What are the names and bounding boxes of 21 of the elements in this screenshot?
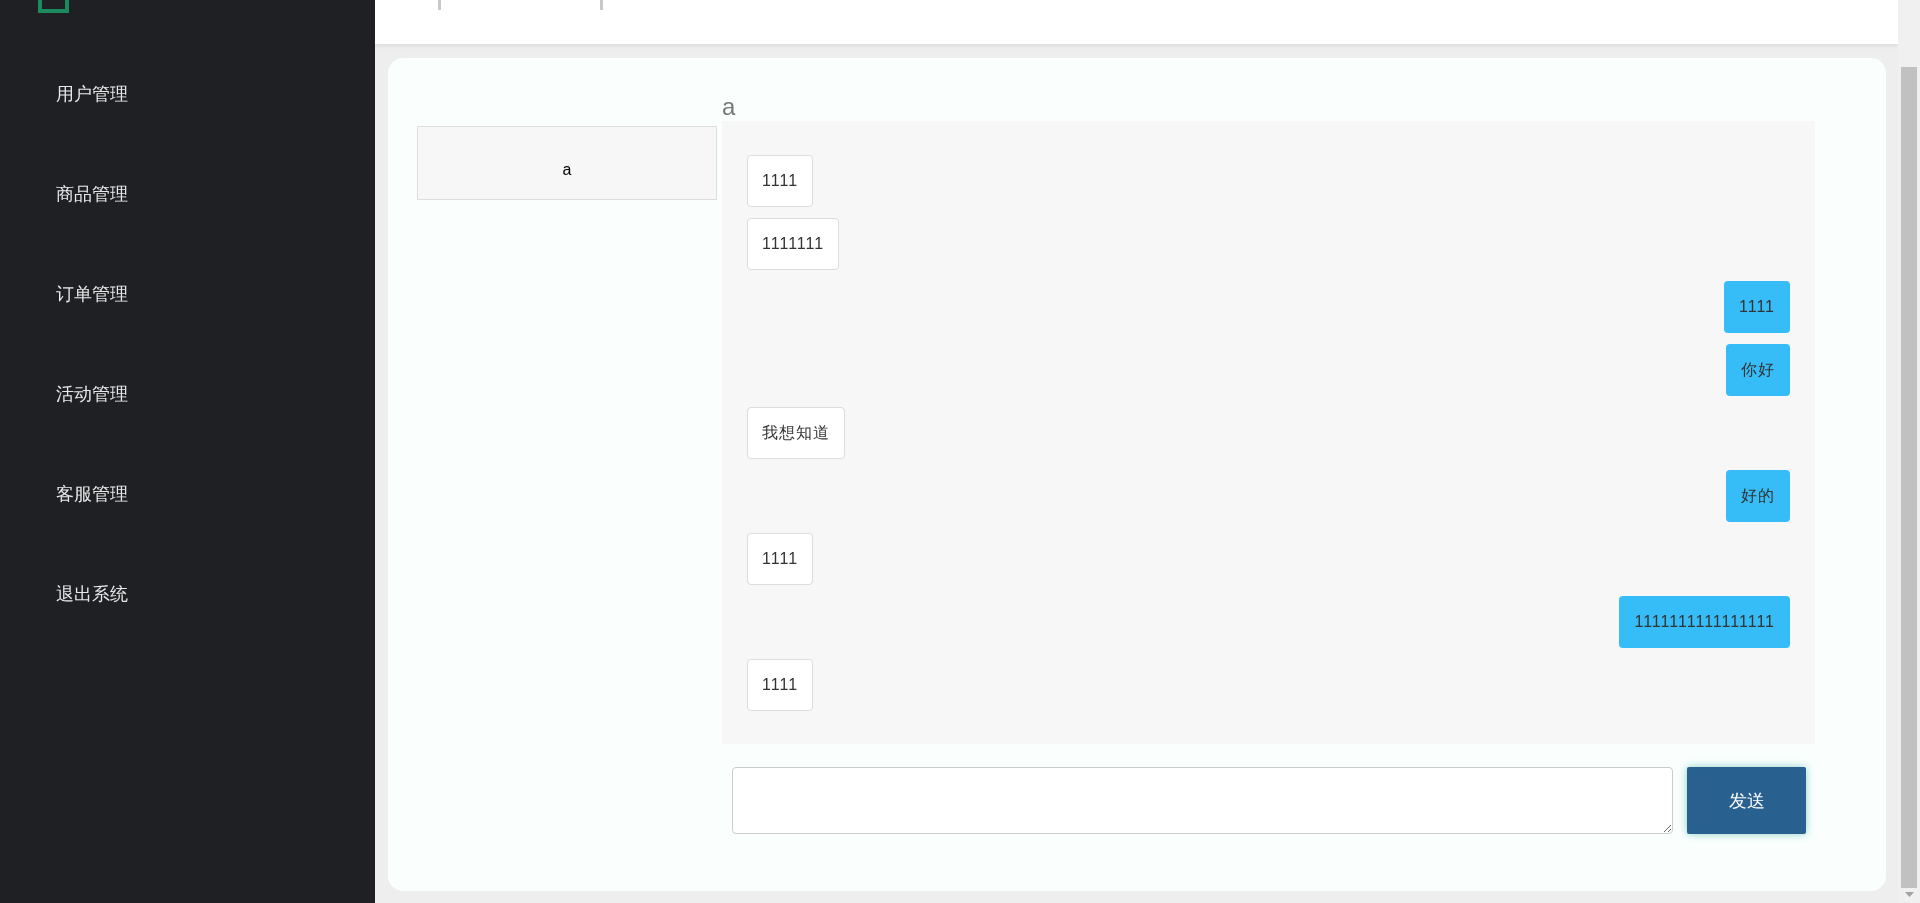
chat-title: a (722, 93, 737, 121)
sidebar-item[interactable]: 客服管理 (56, 483, 128, 505)
sidebar-item[interactable]: 商品管理 (56, 183, 128, 205)
message-bubble: 1111 (747, 533, 814, 585)
message-bubble: 1111111111111111 (1619, 596, 1790, 648)
message-input[interactable] (732, 767, 1673, 834)
message-bubble: 我想知道 (747, 407, 845, 459)
sidebar-item[interactable]: 订单管理 (56, 283, 128, 305)
message-bubble: 好的 (1726, 470, 1790, 522)
message-bubble: 1111111 (747, 218, 840, 270)
sidebar-item[interactable]: 活动管理 (56, 383, 128, 405)
message-bubble: 你好 (1726, 344, 1790, 396)
send-button[interactable]: 发送 (1687, 767, 1806, 834)
sidebar-item[interactable]: 退出系统 (56, 583, 128, 605)
sidebar-item[interactable]: 用户管理 (56, 83, 128, 105)
message-bubble: 1111 (747, 155, 814, 207)
message-bubble: 1111 (1723, 281, 1790, 333)
contact-item[interactable]: a (417, 126, 717, 200)
scrollbar-thumb[interactable] (1901, 67, 1917, 888)
caret-icon[interactable] (1904, 892, 1914, 897)
message-bubble: 1111 (747, 659, 814, 711)
